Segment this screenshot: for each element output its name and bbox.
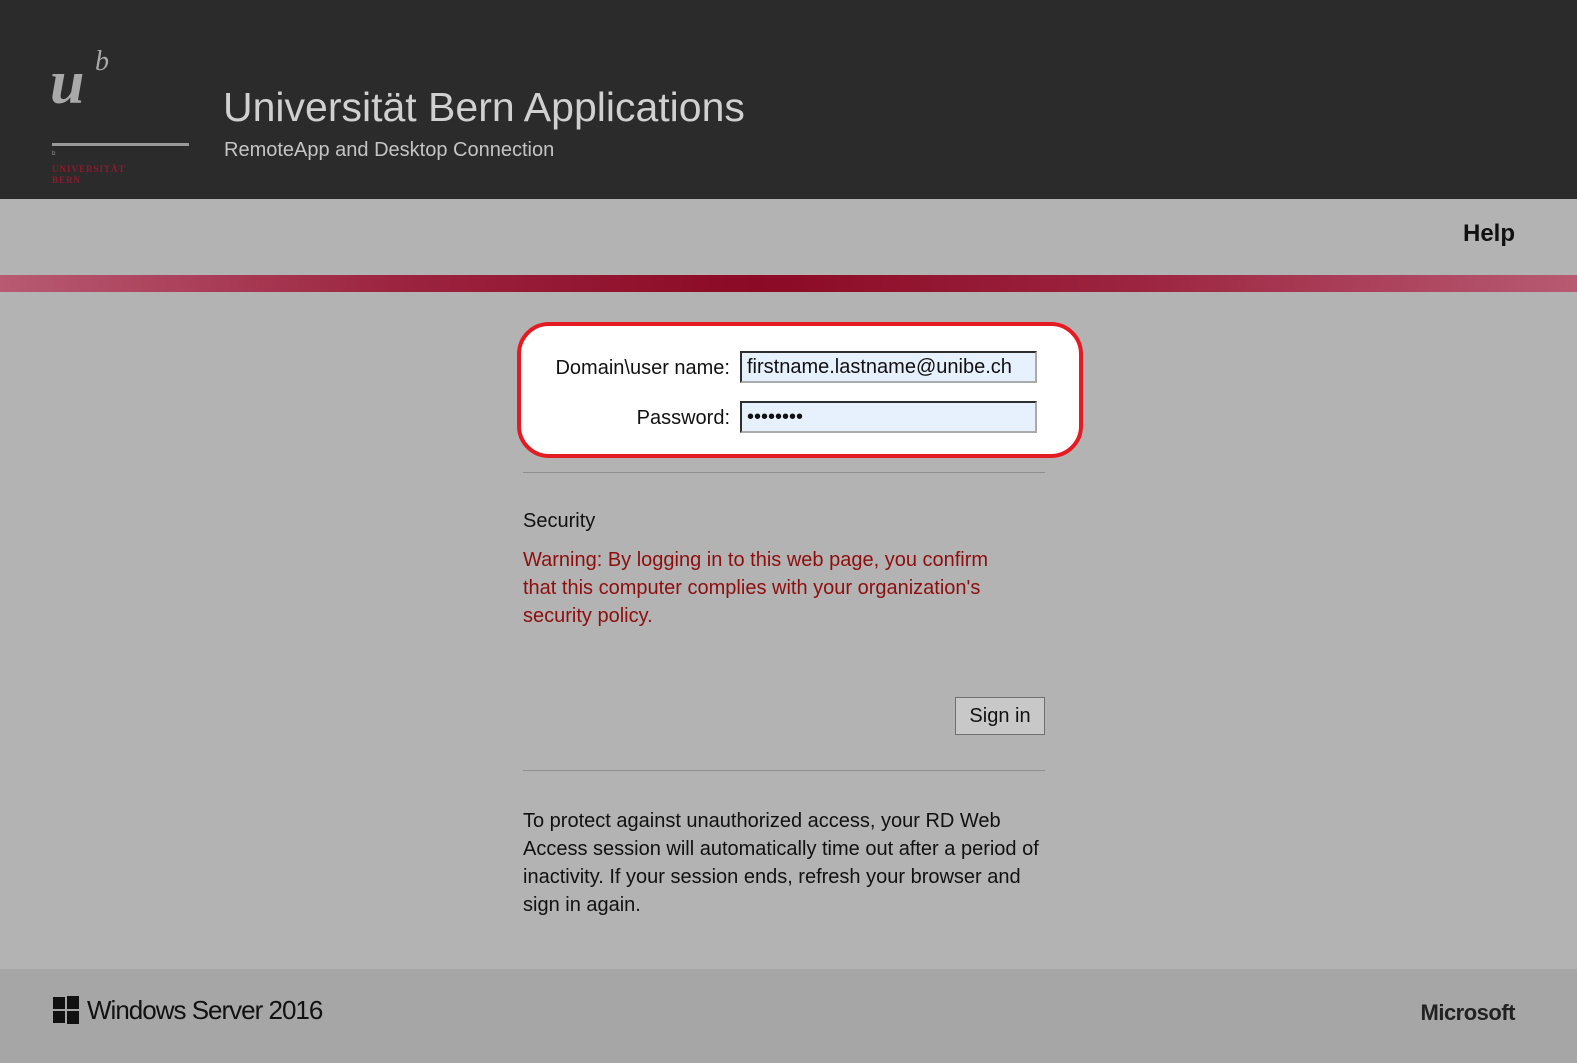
windows-logo-icon — [53, 996, 79, 1024]
logo-text-line2: BERN — [52, 175, 82, 185]
product-name: Windows Server 2016 — [87, 995, 323, 1025]
logo-text: UNIVERSITÄT BERN — [52, 164, 126, 186]
help-link[interactable]: Help — [1463, 220, 1515, 248]
logo-rule — [52, 143, 189, 146]
username-field[interactable] — [740, 351, 1037, 383]
logo-letter-b: b — [95, 46, 109, 77]
credentials-highlight — [517, 322, 1083, 458]
accent-bar — [0, 275, 1577, 292]
divider-top — [523, 472, 1045, 473]
security-heading: Security — [523, 510, 596, 532]
username-label: Domain\user name: — [555, 357, 730, 379]
toolbar — [0, 199, 1577, 275]
divider-bottom — [523, 770, 1045, 771]
app-subtitle: RemoteApp and Desktop Connection — [224, 139, 555, 161]
logo-letter-u: u — [50, 49, 85, 117]
timeout-notice: To protect against unauthorized access, … — [523, 810, 1039, 916]
password-field[interactable] — [740, 401, 1037, 433]
logo-mark-icon: ᵇ — [52, 149, 56, 159]
password-label: Password: — [636, 407, 730, 429]
sign-in-button[interactable]: Sign in — [955, 697, 1045, 735]
logo-text-line1: UNIVERSITÄT — [52, 164, 126, 174]
security-warning: Warning: By logging in to this web page,… — [523, 549, 989, 627]
microsoft-logo: Microsoft — [1420, 1000, 1516, 1025]
app-title: Universität Bern Applications — [223, 84, 745, 130]
